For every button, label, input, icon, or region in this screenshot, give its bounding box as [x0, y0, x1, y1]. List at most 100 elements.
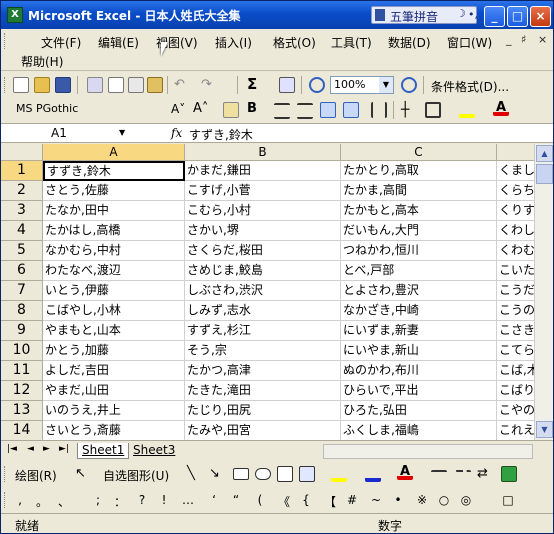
- excel-app-icon[interactable]: X: [7, 7, 23, 23]
- grid-cell[interactable]: だいもん,大門: [341, 221, 497, 241]
- arrow-icon[interactable]: ↘: [209, 466, 225, 482]
- decrease-font-icon[interactable]: A˅: [171, 102, 187, 118]
- style-icon[interactable]: [223, 102, 239, 118]
- grid-cell[interactable]: かとう,加藤: [43, 341, 185, 361]
- menu-tools[interactable]: 工具(T): [331, 34, 372, 51]
- grid-cell[interactable]: こうの,: [497, 301, 534, 321]
- arrow-style-icon[interactable]: ⇄: [477, 466, 493, 482]
- new-document-icon[interactable]: [13, 77, 29, 93]
- row-header[interactable]: 8: [1, 301, 43, 321]
- cut-icon[interactable]: [108, 77, 124, 93]
- toolbar-grip[interactable]: [4, 492, 7, 508]
- row-header[interactable]: 7: [1, 281, 43, 301]
- doc-minimize-button[interactable]: _: [506, 33, 512, 46]
- menu-file[interactable]: 文件(F): [41, 34, 81, 51]
- draw-menu-button[interactable]: 绘图(R): [15, 467, 57, 484]
- active-cell[interactable]: すずき,鈴木: [43, 161, 185, 181]
- horizontal-scrollbar[interactable]: [323, 444, 533, 459]
- grid-cell[interactable]: くわしま: [497, 221, 534, 241]
- redo-icon[interactable]: ↷: [201, 77, 217, 93]
- grid-cell[interactable]: たきた,滝田: [185, 381, 341, 401]
- grid-cell[interactable]: こさき,: [497, 321, 534, 341]
- spreadsheet-grid[interactable]: ABC 1すずき,鈴木かまだ,鎌田たかとり,高取くまし,熊 2さとう,佐藤こすげ,小…: [1, 144, 534, 440]
- textbox-icon[interactable]: [277, 466, 293, 482]
- symbol-button[interactable]: “: [229, 493, 243, 507]
- doc-close-button[interactable]: ×: [538, 33, 547, 46]
- select-all-corner[interactable]: [1, 144, 43, 161]
- doc-restore-button[interactable]: ♯: [521, 33, 526, 46]
- borders-icon[interactable]: ┼: [401, 102, 417, 118]
- line-color-icon[interactable]: [365, 466, 381, 482]
- row-header[interactable]: 9: [1, 321, 43, 341]
- grid-cell[interactable]: たかとり,高取: [341, 161, 497, 181]
- menu-insert[interactable]: 插入(I): [215, 34, 252, 51]
- grid-cell[interactable]: くわむ: [497, 241, 534, 261]
- grid-cell[interactable]: やまだ,山田: [43, 381, 185, 401]
- zoom-out-icon[interactable]: [309, 77, 325, 93]
- grid-cell[interactable]: やまもと,山本: [43, 321, 185, 341]
- row-header[interactable]: 2: [1, 181, 43, 201]
- grid-cell[interactable]: こうだ,: [497, 281, 534, 301]
- grid-cell[interactable]: とよさわ,豊沢: [341, 281, 497, 301]
- ime-mode-label[interactable]: 五筆拼音: [390, 8, 438, 25]
- grid-cell[interactable]: たかもと,高本: [341, 201, 497, 221]
- row-header[interactable]: 14: [1, 421, 43, 440]
- distribute-icon[interactable]: [371, 102, 387, 118]
- row-header[interactable]: 3: [1, 201, 43, 221]
- save-icon[interactable]: [55, 77, 71, 93]
- close-button[interactable]: ×: [530, 6, 551, 27]
- next-sheet-icon[interactable]: ►: [43, 444, 50, 454]
- grid-cell[interactable]: こむら,小村: [185, 201, 341, 221]
- chevron-down-icon[interactable]: ▼: [379, 77, 393, 93]
- symbol-button[interactable]: …: [181, 493, 195, 507]
- chevron-down-icon[interactable]: ▼: [119, 125, 125, 141]
- symbol-button[interactable]: ?: [135, 493, 149, 507]
- autoshapes-button[interactable]: 自选图形(U): [103, 467, 169, 484]
- align-left-icon[interactable]: [274, 103, 290, 119]
- fill-justify-icon[interactable]: [343, 102, 359, 118]
- fill-color-icon[interactable]: [331, 466, 347, 482]
- grid-cell[interactable]: こてら,: [497, 341, 534, 361]
- minimize-button[interactable]: _: [484, 6, 505, 27]
- symbol-button[interactable]: •: [391, 493, 405, 507]
- grid-cell[interactable]: よしだ,吉田: [43, 361, 185, 381]
- symbol-button[interactable]: ◎: [459, 493, 473, 507]
- ime-toolbar[interactable]: 五筆拼音 ☽ •,: [371, 6, 478, 25]
- grid-cell[interactable]: すずえ,杉江: [185, 321, 341, 341]
- outside-border-icon[interactable]: [425, 102, 441, 118]
- grid-cell[interactable]: にいやま,新山: [341, 341, 497, 361]
- column-header[interactable]: [497, 144, 534, 161]
- grid-cell[interactable]: こばやし,小林: [43, 301, 185, 321]
- row-header[interactable]: 11: [1, 361, 43, 381]
- grid-cell[interactable]: たみや,田宮: [185, 421, 341, 440]
- grid-cell[interactable]: さめじま,鮫島: [185, 261, 341, 281]
- grid-cell[interactable]: わたなべ,渡辺: [43, 261, 185, 281]
- last-sheet-icon[interactable]: ►|: [59, 444, 69, 454]
- scroll-up-icon[interactable]: ▲: [536, 145, 553, 162]
- line-icon[interactable]: ╲: [187, 466, 203, 482]
- oval-icon[interactable]: [255, 468, 271, 480]
- grid-cell[interactable]: ひろた,弘田: [341, 401, 497, 421]
- select-objects-icon[interactable]: ↖: [75, 466, 91, 482]
- symbol-button[interactable]: !: [157, 493, 171, 507]
- grid-cell[interactable]: たかはし,高橋: [43, 221, 185, 241]
- grid-cell[interactable]: そう,宗: [185, 341, 341, 361]
- grid-cell[interactable]: なかむら,中村: [43, 241, 185, 261]
- zoom-in-icon[interactable]: [401, 77, 417, 93]
- autosum-icon[interactable]: Σ: [247, 75, 263, 93]
- first-sheet-icon[interactable]: |◄: [7, 444, 17, 454]
- grid-cell[interactable]: ひらいで,平出: [341, 381, 497, 401]
- bold-icon[interactable]: B: [247, 101, 263, 117]
- toolbar-grip[interactable]: [4, 466, 7, 482]
- grid-cell[interactable]: ぬのかわ,布川: [341, 361, 497, 381]
- insert-function-icon[interactable]: fx: [171, 126, 182, 140]
- align-right-icon[interactable]: [297, 103, 313, 119]
- scroll-thumb[interactable]: [536, 164, 553, 184]
- grid-cell[interactable]: とべ,戸部: [341, 261, 497, 281]
- grid-cell[interactable]: くまし,熊: [497, 161, 534, 181]
- prev-sheet-icon[interactable]: ◄: [27, 444, 34, 454]
- row-header[interactable]: 5: [1, 241, 43, 261]
- formula-input[interactable]: すずき,鈴木: [189, 126, 253, 143]
- menu-data[interactable]: 数据(D): [388, 34, 431, 51]
- symbol-button[interactable]: ：: [113, 493, 127, 510]
